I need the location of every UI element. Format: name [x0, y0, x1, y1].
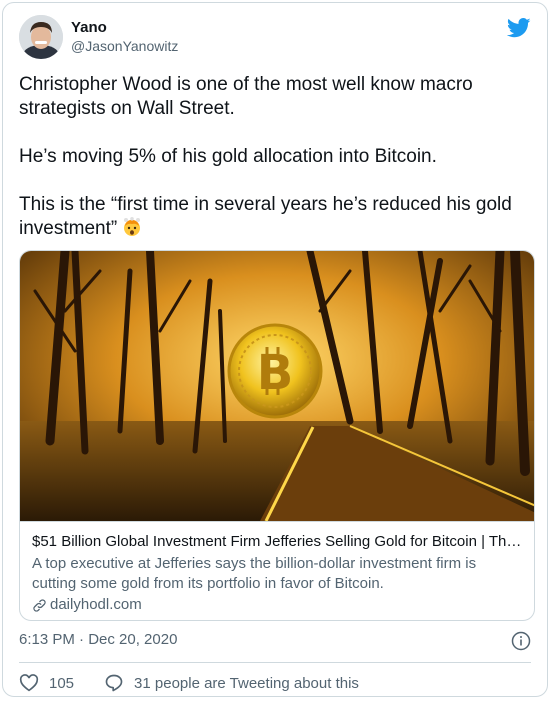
- tweet-timestamp[interactable]: 6:13 PM · Dec 20, 2020: [19, 631, 177, 648]
- tweet-paragraph: Christopher Wood is one of the most well…: [19, 74, 473, 119]
- card-body[interactable]: $51 Billion Global Investment Firm Jeffe…: [20, 521, 534, 620]
- tweet-header: Yano @JasonYanowitz: [19, 15, 531, 59]
- card-description: A top executive at Jefferies says the bi…: [32, 555, 477, 592]
- tweet-card: Yano @JasonYanowitz Christopher Wood is …: [2, 2, 548, 697]
- like-button[interactable]: 105: [19, 674, 74, 692]
- tweet-actions: 105 31 people are Tweeting about this: [19, 671, 389, 695]
- divider: [19, 662, 531, 663]
- tweet-text: Christopher Wood is one of the most well…: [19, 73, 529, 241]
- svg-text:B: B: [257, 345, 294, 401]
- link-card[interactable]: B $51 Billion Global Investment Firm Jef…: [19, 250, 535, 621]
- card-domain-label: dailyhodl.com: [50, 596, 142, 613]
- info-icon[interactable]: [511, 631, 531, 651]
- like-count: 105: [49, 674, 75, 692]
- tweet-paragraph: This is the “first time in several years…: [19, 193, 529, 241]
- reply-bubble-icon: [105, 674, 123, 692]
- conversation-label: 31 people are Tweeting about this: [134, 674, 359, 692]
- author-handle[interactable]: @JasonYanowitz: [71, 38, 178, 54]
- avatar[interactable]: [19, 15, 63, 59]
- author-name[interactable]: Yano: [71, 19, 107, 36]
- exploding-head-emoji-icon: [124, 217, 141, 236]
- tweet-paragraph-text: This is the “first time in several years…: [19, 194, 512, 239]
- card-image[interactable]: B: [20, 251, 535, 521]
- avatar-image: [19, 15, 63, 59]
- twitter-bird-icon[interactable]: [507, 17, 531, 39]
- tweet-paragraph: He’s moving 5% of his gold allocation in…: [19, 146, 437, 167]
- heart-icon: [19, 674, 39, 692]
- link-icon: [33, 598, 46, 612]
- card-title[interactable]: $51 Billion Global Investment Firm Jeffe…: [32, 532, 522, 552]
- conversation-button[interactable]: 31 people are Tweeting about this: [104, 673, 359, 693]
- card-domain[interactable]: dailyhodl.com: [32, 595, 522, 615]
